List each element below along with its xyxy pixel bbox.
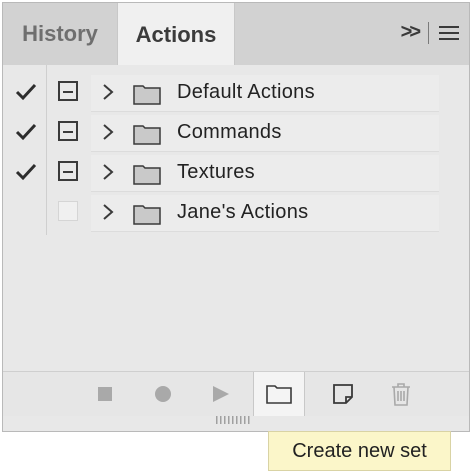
checkmark-icon[interactable]: [15, 121, 37, 143]
record-button[interactable]: [137, 372, 189, 416]
play-button[interactable]: [195, 372, 247, 416]
list-item[interactable]: Commands: [3, 113, 439, 153]
action-set-list: Default Actions Commands Textures Jane's…: [3, 65, 469, 371]
actions-panel: History Actions >> Default Actions Comma…: [2, 2, 470, 432]
dialog-toggle-icon[interactable]: [58, 81, 78, 101]
dialog-toggle-icon[interactable]: [58, 161, 78, 181]
new-set-folder-icon: [266, 385, 292, 404]
checkmark-icon[interactable]: [15, 161, 37, 183]
tab-history[interactable]: History: [3, 3, 117, 65]
panel-tools: >>: [401, 21, 459, 44]
chevron-right-icon[interactable]: [101, 83, 115, 101]
action-set-label: Default Actions: [177, 81, 315, 103]
checkmark-empty[interactable]: [15, 201, 37, 223]
dialog-toggle-empty[interactable]: [58, 201, 78, 221]
action-set-label: Textures: [177, 161, 255, 183]
trash-icon: [392, 383, 410, 406]
stop-icon: [98, 387, 112, 401]
chevron-right-icon[interactable]: [101, 163, 115, 181]
new-action-button[interactable]: [317, 372, 369, 416]
double-chevron-right-icon[interactable]: >>: [401, 21, 421, 44]
resize-grip-icon[interactable]: [214, 416, 254, 424]
tab-bar: History Actions >>: [3, 3, 469, 66]
stop-button[interactable]: [79, 372, 131, 416]
dialog-toggle-icon[interactable]: [58, 121, 78, 141]
action-set-label: Jane's Actions: [177, 201, 309, 223]
checkmark-icon[interactable]: [15, 81, 37, 103]
action-set-label: Commands: [177, 121, 282, 143]
chevron-right-icon[interactable]: [101, 123, 115, 141]
chevron-right-icon[interactable]: [101, 203, 115, 221]
new-set-button[interactable]: [253, 372, 305, 416]
folder-icon: [133, 125, 161, 145]
list-item[interactable]: Default Actions: [3, 73, 439, 113]
folder-icon: [133, 165, 161, 185]
tab-actions[interactable]: Actions: [117, 3, 235, 66]
delete-button[interactable]: [375, 372, 427, 416]
list-item[interactable]: Jane's Actions: [3, 193, 439, 233]
record-icon: [155, 386, 171, 402]
play-icon: [213, 386, 229, 402]
tooltip: Create new set: [268, 431, 451, 471]
folder-icon: [133, 205, 161, 225]
tools-separator: [428, 21, 429, 44]
folder-icon: [133, 85, 161, 105]
hamburger-menu-icon[interactable]: [439, 25, 459, 40]
new-action-icon: [333, 384, 353, 404]
panel-footer-toolbar: [3, 371, 469, 416]
list-item[interactable]: Textures: [3, 153, 439, 193]
